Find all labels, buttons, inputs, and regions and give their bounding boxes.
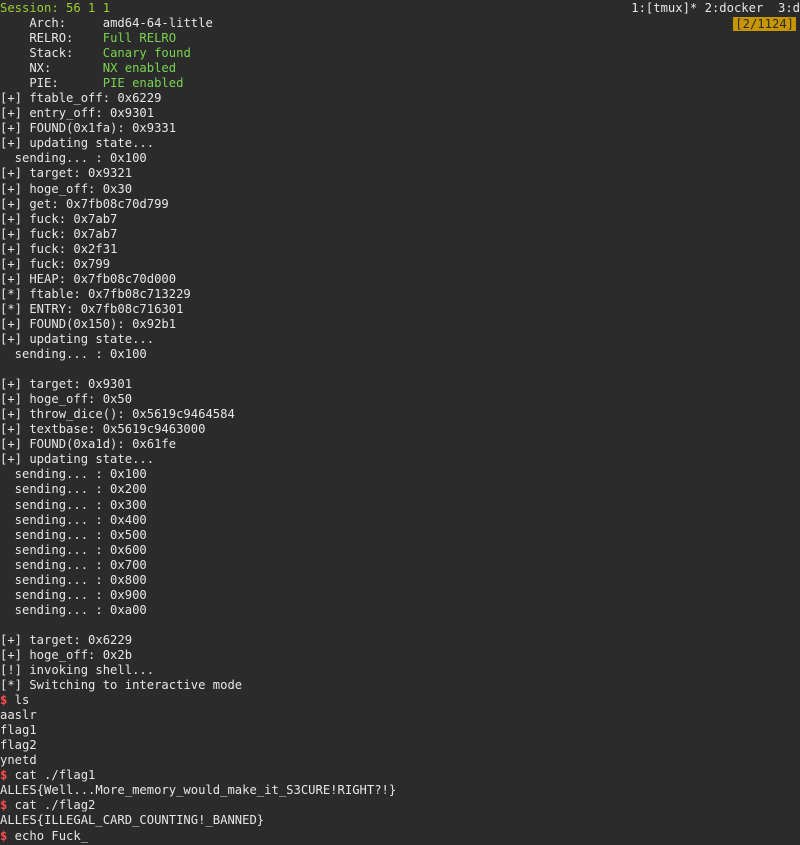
shell-command-line: $ ls	[0, 693, 800, 708]
checksec-line: PIE: PIE enabled	[0, 76, 800, 91]
shell-output-line: ALLES{ILLEGAL_CARD_COUNTING!_BANNED}	[0, 813, 800, 828]
shell-output-line: ALLES{Well...More_memory_would_make_it_S…	[0, 783, 800, 798]
checksec-key: Stack:	[0, 46, 103, 61]
exploit-log-line: [+] hoge_off: 0x50	[0, 392, 133, 407]
exploit-log-line: [+] ftable_off: 0x6229	[0, 91, 162, 106]
exploit-log-line: sending... : 0x600	[0, 542, 147, 557]
exploit-log-line: [+] FOUND(0xa1d): 0x61fe	[0, 437, 177, 452]
checksec-key: NX:	[0, 61, 103, 76]
exploit-log-line: [+] updating state...	[0, 331, 155, 346]
shell-output-line: ynetd	[0, 753, 800, 768]
shell-output-text: ALLES{ILLEGAL_CARD_COUNTING!_BANNED}	[0, 813, 265, 828]
exploit-log-line: sending... : 0xa00	[0, 602, 147, 617]
shell-output-line: flag1	[0, 723, 800, 738]
exploit-log-line	[0, 618, 800, 633]
exploit-log-line: [*] ftable: 0x7fb08c713229	[0, 286, 191, 301]
exploit-log-line: [+] get: 0x7fb08c70d799	[0, 196, 169, 211]
checksec-line: Arch: amd64-64-little	[0, 16, 800, 31]
exploit-log-line: [+] FOUND(0x150): 0x92b1	[0, 316, 177, 331]
exploit-log-line: [+] throw_dice(): 0x5619c9464584	[0, 407, 235, 422]
exploit-log-line: [+] updating state...	[0, 452, 155, 467]
exploit-log-line: [+] fuck: 0x7ab7	[0, 226, 118, 241]
checksec-line: RELRO: Full RELRO	[0, 31, 800, 46]
terminal-output[interactable]: Arch: amd64-64-little RELRO: Full RELRO …	[0, 16, 800, 844]
checksec-key: PIE:	[0, 76, 103, 91]
checksec-value: NX enabled	[102, 61, 177, 76]
exploit-log-line: [+] textbase: 0x5619c9463000	[0, 422, 206, 437]
shell-output-line: aaslr	[0, 708, 800, 723]
exploit-log-line: [*] Switching to interactive mode	[0, 678, 243, 693]
exploit-log-line: [+] HEAP: 0x7fb08c70d000	[0, 271, 177, 286]
shell-output-text: ALLES{Well...More_memory_would_make_it_S…	[0, 783, 397, 798]
shell-command-line: $ cat ./flag1	[0, 768, 800, 783]
shell-output-text: flag2	[0, 738, 37, 753]
checksec-value: Canary found	[102, 46, 191, 61]
shell-command-text: cat ./flag2	[7, 798, 96, 813]
tmux-session-label: Session: 56 1 1	[0, 1, 111, 15]
exploit-log-line: [+] target: 0x6229	[0, 632, 133, 647]
exploit-log-line: sending... : 0x300	[0, 497, 147, 512]
exploit-log-line: [+] fuck: 0x2f31	[0, 241, 118, 256]
exploit-log-line	[0, 362, 800, 377]
exploit-log-line: sending... : 0x500	[0, 527, 147, 542]
exploit-log-line: [*] ENTRY: 0x7fb08c716301	[0, 301, 184, 316]
exploit-log-line: sending... : 0x100	[0, 151, 147, 166]
exploit-log-line: [+] target: 0x9321	[0, 166, 133, 181]
exploit-log-line: [+] hoge_off: 0x30	[0, 181, 133, 196]
tmux-status-bar: Session: 56 1 1 1:[tmux]* 2:docker 3:d	[0, 0, 800, 16]
exploit-log-line: [+] updating state...	[0, 136, 155, 151]
checksec-value: Full RELRO	[102, 31, 177, 46]
checksec-key: RELRO:	[0, 31, 103, 46]
exploit-log-line: sending... : 0x900	[0, 587, 147, 602]
shell-command-line: $ echo Fuck_	[0, 829, 800, 844]
shell-command-text: ls	[7, 693, 30, 708]
shell-output-text: flag1	[0, 723, 37, 738]
shell-output-text: aaslr	[0, 708, 37, 723]
exploit-log-line: [+] hoge_off: 0x2b	[0, 647, 133, 662]
shell-command-line: $ cat ./flag2	[0, 798, 800, 813]
shell-output-text: ynetd	[0, 753, 37, 768]
shell-command-text: cat ./flag1	[7, 768, 96, 783]
exploit-log-line: sending... : 0x800	[0, 572, 147, 587]
checksec-value: amd64-64-little	[102, 16, 213, 30]
tmux-window-list[interactable]: 1:[tmux]* 2:docker 3:d	[631, 0, 800, 16]
exploit-log-line: [+] target: 0x9301	[0, 377, 133, 392]
exploit-log-line: sending... : 0x400	[0, 512, 147, 527]
exploit-log-line: sending... : 0x100	[0, 467, 147, 482]
exploit-log-line: sending... : 0x100	[0, 347, 147, 362]
exploit-log-line: sending... : 0x700	[0, 557, 147, 572]
exploit-log-line: [+] FOUND(0x1fa): 0x9331	[0, 121, 177, 136]
shell-output-line: flag2	[0, 738, 800, 753]
checksec-key: Arch:	[0, 16, 103, 30]
exploit-log-line: [+] fuck: 0x7ab7	[0, 211, 118, 226]
exploit-log-line: [!] invoking shell...	[0, 663, 155, 678]
checksec-line: Stack: Canary found	[0, 46, 800, 61]
exploit-log-line: [+] fuck: 0x799	[0, 256, 111, 271]
exploit-log-line: sending... : 0x200	[0, 482, 147, 497]
checksec-line: NX: NX enabled	[0, 61, 800, 76]
shell-command-text: echo Fuck_	[7, 828, 89, 843]
exploit-log-line: [+] entry_off: 0x9301	[0, 106, 155, 121]
checksec-value: PIE enabled	[102, 76, 184, 91]
